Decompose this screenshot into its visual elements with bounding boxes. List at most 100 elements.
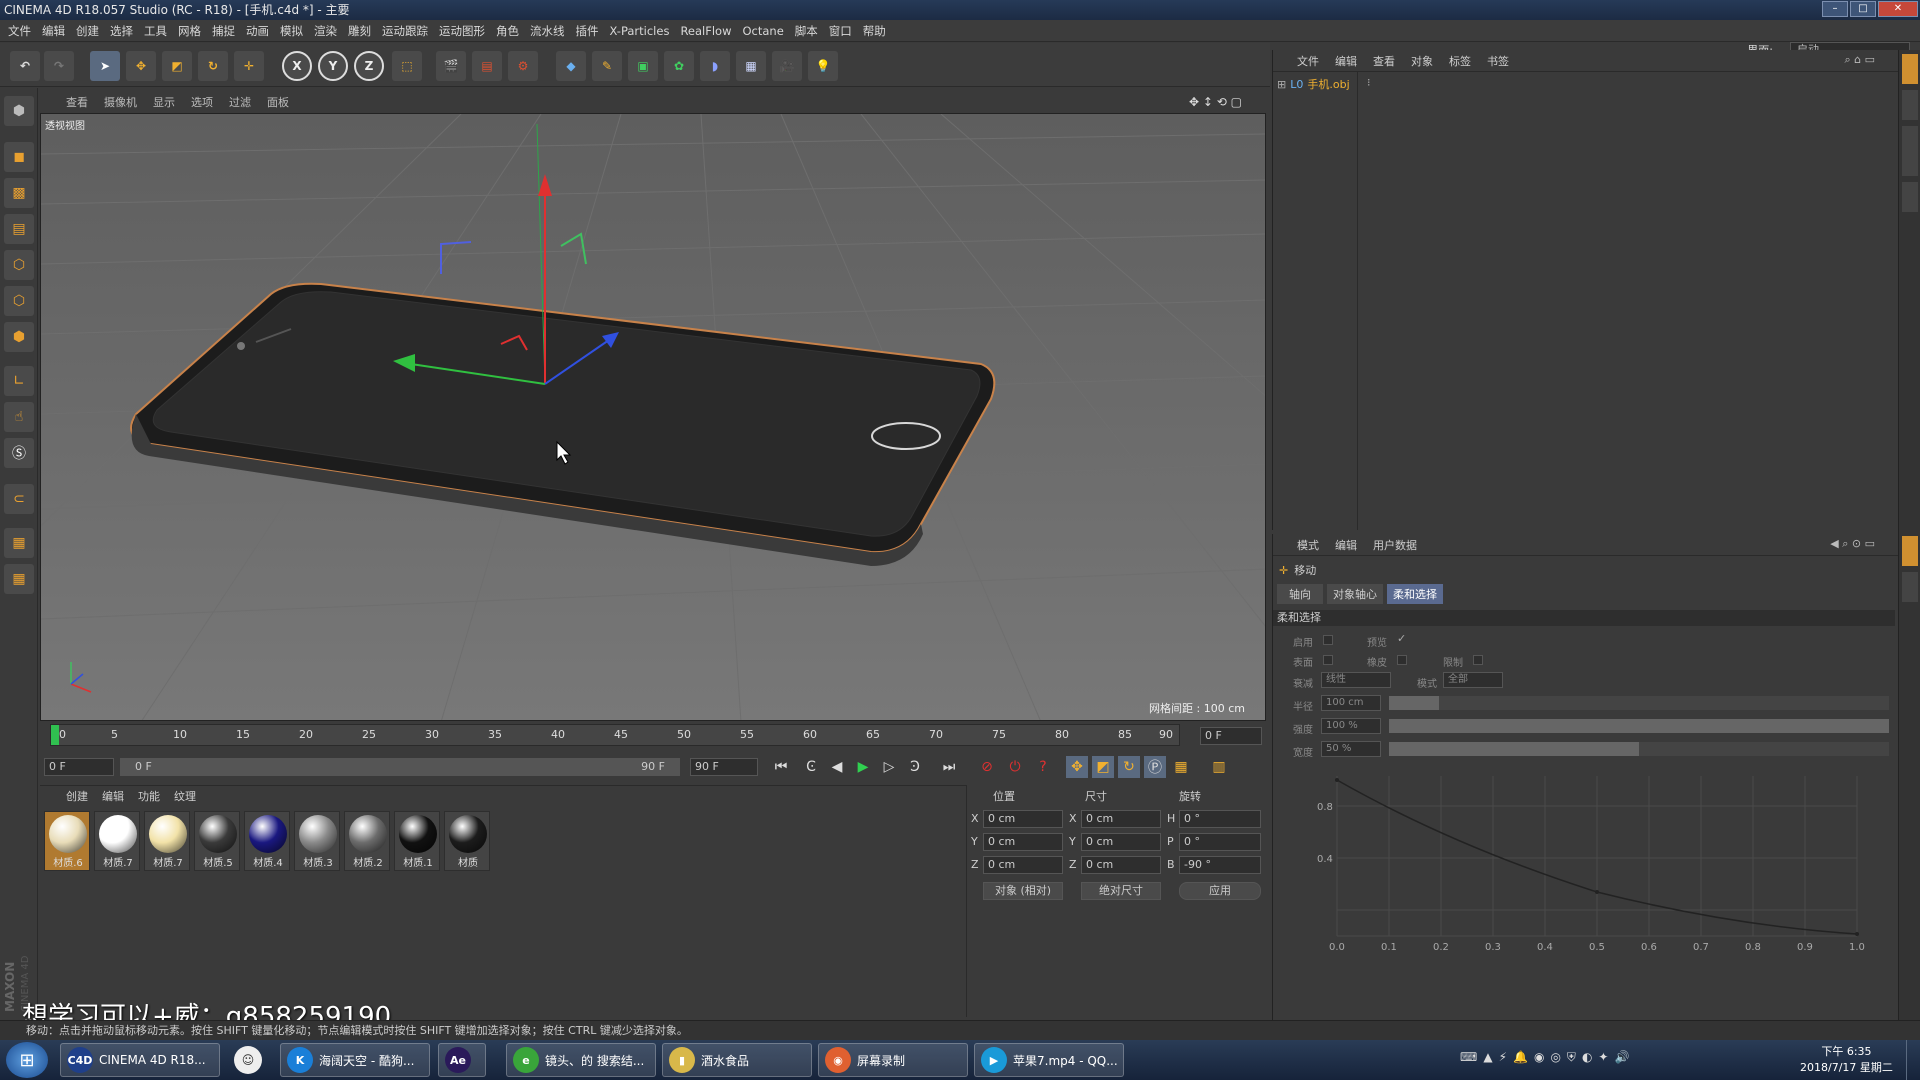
menu-select[interactable]: 选择 <box>110 23 133 39</box>
coordinate-mode-select[interactable]: 对象 (相对) <box>983 882 1063 900</box>
viewport-menu-display[interactable]: 显示 <box>153 94 175 110</box>
qq-penguin-icon[interactable]: ☺ <box>234 1046 262 1074</box>
cube-icon[interactable]: ◆ <box>556 51 586 81</box>
viewport-nav-icons[interactable]: ✥ ↕ ⟲ ▢ <box>1189 95 1242 109</box>
rot-p-field[interactable]: 0 ° <box>1179 833 1261 851</box>
y-axis-lock[interactable]: Y <box>318 51 348 81</box>
menu-realflow[interactable]: RealFlow <box>680 24 731 38</box>
floor-icon[interactable]: ▦ <box>736 51 766 81</box>
attribute-nav-icons[interactable]: ◀ ⌕ ⊙ ▭ <box>1830 537 1875 551</box>
material-swatch[interactable]: 材质.6 <box>44 811 90 871</box>
viewport-menu-camera[interactable]: 摄像机 <box>104 94 137 110</box>
timeline-window-icon[interactable]: ▥ <box>1208 756 1230 778</box>
object-menu-edit[interactable]: 编辑 <box>1335 53 1357 69</box>
material-menu-edit[interactable]: 编辑 <box>102 788 124 804</box>
menu-help[interactable]: 帮助 <box>863 23 886 39</box>
render-view-icon[interactable]: 🎬 <box>436 51 466 81</box>
taskbar-item[interactable]: ▶ 苹果7.mp4 - QQ... <box>974 1043 1124 1077</box>
pos-y-field[interactable]: 0 cm <box>983 833 1063 851</box>
workplane-mode-icon[interactable]: ▤ <box>4 214 34 244</box>
planar-workplane-icon[interactable]: ▦ <box>4 564 34 594</box>
viewport-menu-options[interactable]: 选项 <box>191 94 213 110</box>
array-icon[interactable]: ✿ <box>664 51 694 81</box>
menu-xparticles[interactable]: X-Particles <box>610 24 670 38</box>
volume-icon[interactable]: 🔊 <box>1614 1050 1629 1065</box>
antivirus-icon[interactable]: ◉ <box>1534 1050 1544 1065</box>
playhead[interactable] <box>51 725 59 745</box>
coordinate-system-icon[interactable]: ⬚ <box>392 51 422 81</box>
frame-range-slider[interactable]: 0 F 90 F <box>120 758 680 776</box>
menu-mograph[interactable]: 运动图形 <box>439 23 485 39</box>
rot-h-field[interactable]: 0 ° <box>1179 810 1261 828</box>
key-pla-icon[interactable]: ▦ <box>1170 756 1192 778</box>
rotate-tool-icon[interactable]: ↻ <box>198 51 228 81</box>
next-frame-icon[interactable]: ▷ <box>878 756 900 778</box>
subdivision-icon[interactable]: ▣ <box>628 51 658 81</box>
size-y-field[interactable]: 0 cm <box>1081 833 1161 851</box>
attribute-menu-mode[interactable]: 模式 <box>1297 537 1319 553</box>
scale-tool-icon[interactable]: ◩ <box>162 51 192 81</box>
width-field[interactable]: 50 % <box>1321 741 1381 757</box>
x-axis-lock[interactable]: X <box>282 51 312 81</box>
texture-mode-icon[interactable]: ▩ <box>4 178 34 208</box>
qq-tray-icon[interactable]: ◎ <box>1550 1050 1560 1065</box>
strength-slider[interactable] <box>1389 719 1889 733</box>
object-row[interactable]: ⊞ L0 手机.obj ⁝ <box>1277 76 1371 92</box>
tray-expand-icon[interactable]: ▲ <box>1483 1050 1492 1065</box>
size-x-field[interactable]: 0 cm <box>1081 810 1161 828</box>
menu-create[interactable]: 创建 <box>76 23 99 39</box>
key-scale-icon[interactable]: ◩ <box>1092 756 1114 778</box>
material-swatch[interactable]: 材质.3 <box>294 811 340 871</box>
viewport-menu-filter[interactable]: 过滤 <box>229 94 251 110</box>
close-button[interactable]: ✕ <box>1878 1 1918 17</box>
render-settings-icon[interactable]: ⚙ <box>508 51 538 81</box>
side-tab-takes[interactable] <box>1902 90 1918 120</box>
menu-script[interactable]: 脚本 <box>795 23 818 39</box>
timeline[interactable]: 0 5 10 15 20 25 30 35 40 45 50 55 60 65 … <box>40 722 1266 750</box>
side-tab-structure[interactable] <box>1902 182 1918 212</box>
tab-soft-selection[interactable]: 柔和选择 <box>1387 584 1443 604</box>
surface-checkbox[interactable] <box>1323 655 1333 665</box>
enable-checkbox[interactable] <box>1323 635 1333 645</box>
key-parameter-icon[interactable]: Ⓟ <box>1144 756 1166 778</box>
menu-simulate[interactable]: 模拟 <box>280 23 303 39</box>
timeline-ruler[interactable]: 0 5 10 15 20 25 30 35 40 45 50 55 60 65 … <box>50 724 1180 746</box>
menu-plugins[interactable]: 插件 <box>576 23 599 39</box>
taskbar-item[interactable]: Ae <box>438 1043 486 1077</box>
start-button[interactable]: ⊞ <box>6 1042 48 1078</box>
side-tab-layers[interactable] <box>1902 572 1918 602</box>
snap-icon[interactable]: ⊂ <box>4 484 34 514</box>
light-icon[interactable]: 💡 <box>808 51 838 81</box>
deformer-icon[interactable]: ◗ <box>700 51 730 81</box>
axis-mode-icon[interactable]: ∟ <box>4 366 34 396</box>
lock-workplane-icon[interactable]: ▦ <box>4 528 34 558</box>
redo-icon[interactable]: ↷ <box>44 51 74 81</box>
falloff-select[interactable]: 线性 <box>1321 672 1391 688</box>
material-swatch[interactable]: 材质.7 <box>94 811 140 871</box>
material-menu-texture[interactable]: 纹理 <box>174 788 196 804</box>
input-method-icon[interactable]: ✦ <box>1598 1050 1608 1065</box>
camera-icon[interactable]: 🎥 <box>772 51 802 81</box>
prev-frame-icon[interactable]: ◀ <box>826 756 848 778</box>
menu-animate[interactable]: 动画 <box>246 23 269 39</box>
model-mode-icon[interactable]: ◼ <box>4 142 34 172</box>
menu-render[interactable]: 渲染 <box>314 23 337 39</box>
next-key-icon[interactable]: Ͽ <box>904 756 926 778</box>
material-swatch[interactable]: 材质.2 <box>344 811 390 871</box>
rot-b-field[interactable]: -90 ° <box>1179 856 1261 874</box>
object-menu-tags[interactable]: 标签 <box>1449 53 1471 69</box>
goto-end-icon[interactable]: ⏭ <box>938 756 960 778</box>
preview-checkbox[interactable]: ✓ <box>1397 632 1406 645</box>
render-picture-viewer-icon[interactable]: ▤ <box>472 51 502 81</box>
solo-icon[interactable]: Ⓢ <box>4 438 34 468</box>
tab-object-axis[interactable]: 对象轴心 <box>1327 584 1383 604</box>
menu-octane[interactable]: Octane <box>742 24 783 38</box>
tweak-mode-icon[interactable]: ☝ <box>4 402 34 432</box>
material-menu-function[interactable]: 功能 <box>138 788 160 804</box>
keyframe-selection-icon[interactable]: ? <box>1032 756 1054 778</box>
material-swatch[interactable]: 材质.1 <box>394 811 440 871</box>
live-selection-icon[interactable]: ✛ <box>234 51 264 81</box>
menu-edit[interactable]: 编辑 <box>42 23 65 39</box>
object-menu-view[interactable]: 查看 <box>1373 53 1395 69</box>
taskbar-item[interactable]: C4D CINEMA 4D R18... <box>60 1043 220 1077</box>
